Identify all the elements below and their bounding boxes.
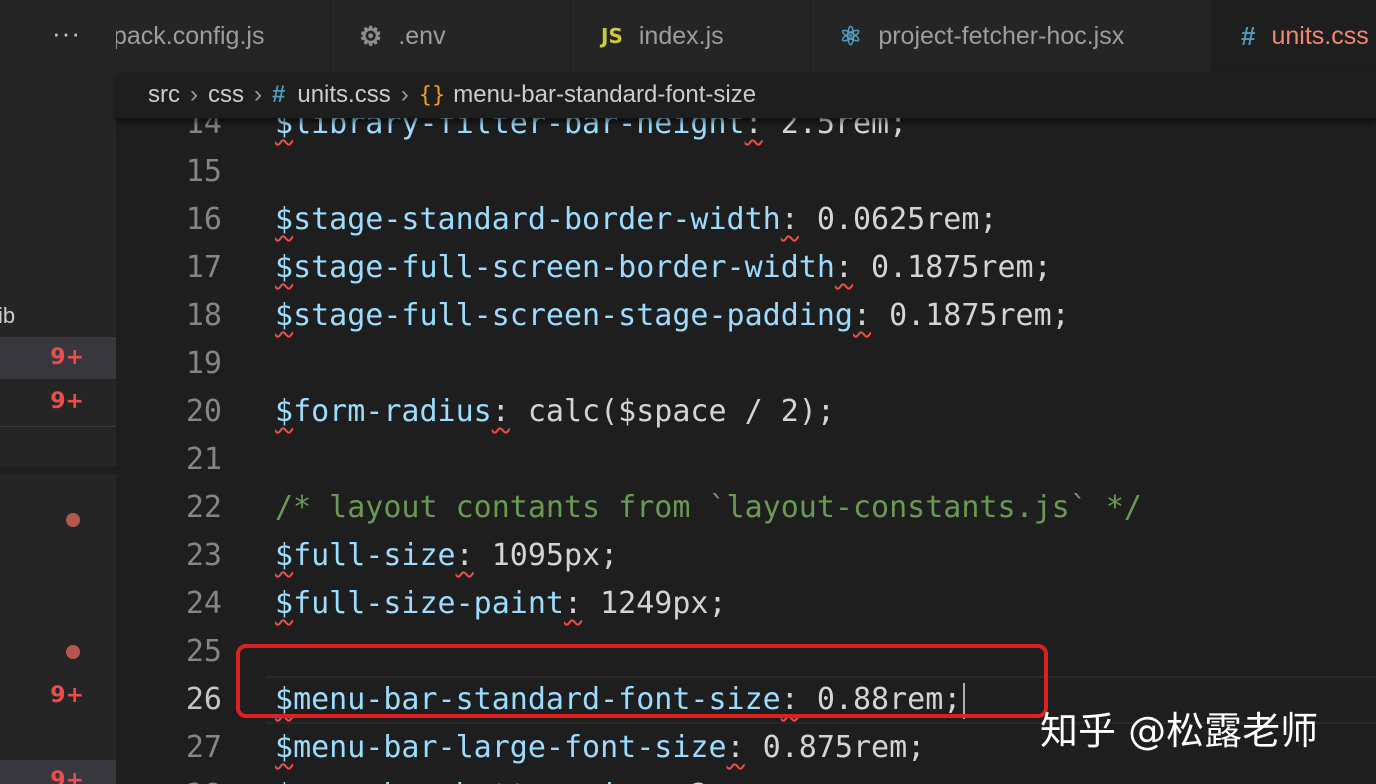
watermark: 知乎 @松露老师 [1040,709,1319,753]
code-text: $full-size-paint: 1249px; [275,586,727,621]
variable-value: 0.875rem; [744,730,926,765]
chevron-right-icon: › [400,81,409,108]
breadcrumb: src › css › # units.css › {} menu-bar-st… [116,72,1376,118]
react-icon: ⚛ [839,20,863,51]
code-line[interactable]: 18 $stage-full-screen-stage-padding: 0.18… [116,292,1376,340]
code-comment: /* layout contants from `layout-constant… [275,490,1142,525]
problems-badge: 9+ [50,345,84,370]
line-number: 20 [185,394,222,429]
breadcrumb-item[interactable]: units.css [297,81,390,109]
annotation-highlight-box [236,644,1048,718]
line-number: 18 [185,298,222,333]
tab-label: units.css [1271,21,1369,50]
tab-project-fetcher-hoc[interactable]: ⚛ project-fetcher-hoc.jsx [811,0,1211,72]
code-text: $menu-bar-large-font-size: 0.875rem; [275,730,926,765]
code-line[interactable]: 21 [116,436,1376,484]
breadcrumb-item[interactable]: css [208,81,244,109]
code-line[interactable]: 14 $library-filter-bar-height: 2.5rem; [116,118,1376,148]
code-line[interactable]: 24 $full-size-paint: 1249px; [116,580,1376,628]
chevron-right-icon: › [254,81,262,108]
code-line[interactable]: 20 $form-radius: calc($space / 2); [116,388,1376,436]
variable-name: menu-bar-large-font-size [293,730,727,765]
explorer-item[interactable]: 9+ [0,381,116,423]
explorer-sidebar: ··· ib 9+ 9+ 9+ 9+ [0,0,116,784]
variable-value: 1249px; [582,586,727,621]
code-line[interactable]: 16 $stage-standard-border-width: 0.0625re… [116,196,1376,244]
line-number: 23 [185,538,222,573]
explorer-item[interactable]: 9+ [0,760,116,784]
code-text: $form-radius: calc($space / 2); [275,394,835,429]
code-line[interactable]: 28 $menu-bar-button-size: 2rem; [116,772,1376,784]
variable-value: 2.5rem; [762,118,908,141]
variable-value: 2rem; [672,778,780,784]
tab-label: index.js [638,21,724,50]
tab-index-js[interactable]: JS index.js [571,0,811,72]
css-file-icon: # [272,81,286,108]
explorer-item[interactable]: 9+ [0,675,116,717]
line-number: 14 [185,118,222,141]
line-number: 17 [185,250,222,285]
tab-label: project-fetcher-hoc.jsx [878,21,1125,50]
divider [0,426,116,427]
explorer-item[interactable]: 9+ [0,337,116,379]
code-line[interactable]: 22 /* layout contants from `layout-consta… [116,484,1376,532]
code-line[interactable]: 17 $stage-full-screen-border-width: 0.187… [116,244,1376,292]
variable-symbol-icon: {} [418,82,446,108]
breadcrumb-item[interactable]: src [148,81,180,109]
code-text: $menu-bar-button-size: 2rem; [275,772,781,784]
tab-units-css[interactable]: # units.css [1211,0,1376,72]
variable-name: stage-standard-border-width [293,202,781,237]
code-line[interactable]: 23 $full-size: 1095px; [116,532,1376,580]
chevron-right-icon: › [190,81,198,108]
variable-value: calc($space / 2); [509,394,835,429]
variable-value: 0.1875rem; [852,250,1052,285]
more-actions-icon[interactable]: ··· [52,18,81,48]
line-number: 25 [185,634,222,669]
line-number: 26 [185,682,222,717]
variable-name: stage-full-screen-stage-padding [293,298,853,333]
variable-value: 0.1875rem; [871,298,1070,333]
editor-tab-bar: pack.config.js ⚙ .env JS index.js ⚛ proj… [116,0,1376,72]
code-text: /* layout contants from `layout-constant… [275,484,1142,532]
line-number: 15 [185,154,222,189]
code-line[interactable]: 19 [116,340,1376,388]
tab-env[interactable]: ⚙ .env [331,0,571,72]
explorer-item-label[interactable]: ib [0,303,15,329]
variable-name: form-radius [293,394,492,429]
tab-label: pack.config.js [116,21,265,50]
problems-badge: 9+ [50,768,84,784]
variable-name: library-filter-bar-height [293,118,745,141]
code-line[interactable]: 15 [116,148,1376,196]
code-text: $stage-full-screen-stage-padding: 0.1875… [275,298,1070,333]
line-number: 21 [185,442,222,477]
line-number: 27 [185,730,222,765]
line-number: 16 [185,202,222,237]
tab-label: .env [398,21,446,50]
js-file-icon: JS [601,24,623,48]
tab-webpack-config[interactable]: pack.config.js [116,0,331,72]
gear-icon: ⚙ [359,20,383,51]
variable-name: full-size [293,538,456,573]
variable-name: full-size-paint [293,586,564,621]
breadcrumb-item[interactable]: menu-bar-standard-font-size [453,81,756,109]
problems-badge: 9+ [50,683,84,708]
css-file-icon: # [1241,20,1256,51]
line-number: 28 [116,772,222,784]
line-number: 24 [185,586,222,621]
code-text: $stage-standard-border-width: 0.0625rem; [275,202,998,237]
code-text: $stage-full-screen-border-width: 0.1875r… [275,250,1052,285]
code-text: $library-filter-bar-height: 2.5rem; [275,118,907,148]
divider [0,466,116,474]
modified-dot-icon [66,645,80,659]
problems-badge: 9+ [50,389,84,414]
variable-name: menu-bar-button-size [293,778,654,784]
modified-dot-icon [66,513,80,527]
line-number: 19 [185,346,222,381]
variable-value: 1095px; [473,538,619,573]
variable-value: 0.0625rem; [798,202,998,237]
variable-name: stage-full-screen-border-width [293,250,835,285]
line-number: 22 [185,490,222,525]
code-text: $full-size: 1095px; [275,538,619,573]
